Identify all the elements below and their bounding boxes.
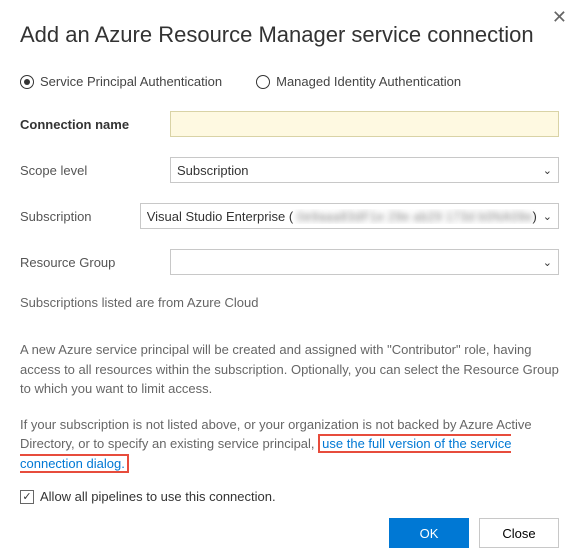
connection-name-label: Connection name [20,117,170,132]
radio-unselected-icon [256,75,270,89]
checkmark-icon: ✓ [20,490,34,504]
scope-level-value: Subscription [177,163,249,178]
chevron-down-icon: ⌄ [543,210,552,223]
connection-name-input[interactable] [170,111,559,137]
radio-service-principal-label: Service Principal Authentication [40,74,222,89]
principal-note: A new Azure service principal will be cr… [20,340,559,399]
radio-managed-identity-label: Managed Identity Authentication [276,74,461,89]
allow-pipelines-checkbox[interactable]: ✓ Allow all pipelines to use this connec… [20,489,559,504]
subscription-select[interactable]: Visual Studio Enterprise ( 0e9aaa83dF1e … [140,203,559,229]
subscription-label: Subscription [20,209,140,224]
scope-level-label: Scope level [20,163,170,178]
dialog-buttons: OK Close [20,518,559,548]
close-icon[interactable]: ✕ [552,8,567,26]
auth-type-group: Service Principal Authentication Managed… [20,74,559,89]
resource-group-label: Resource Group [20,255,170,270]
radio-managed-identity[interactable]: Managed Identity Authentication [256,74,461,89]
ok-button[interactable]: OK [389,518,469,548]
chevron-down-icon: ⌄ [543,164,552,177]
allow-pipelines-label: Allow all pipelines to use this connecti… [40,489,276,504]
close-button[interactable]: Close [479,518,559,548]
fallback-note: If your subscription is not listed above… [20,415,559,474]
radio-service-principal[interactable]: Service Principal Authentication [20,74,222,89]
scope-level-select[interactable]: Subscription ⌄ [170,157,559,183]
chevron-down-icon: ⌄ [543,256,552,269]
resource-group-select[interactable]: ⌄ [170,249,559,275]
subscription-value: Visual Studio Enterprise ( 0e9aaa83dF1e … [147,209,537,224]
dialog-title: Add an Azure Resource Manager service co… [20,22,559,48]
cloud-note: Subscriptions listed are from Azure Clou… [20,295,559,310]
radio-selected-icon [20,75,34,89]
